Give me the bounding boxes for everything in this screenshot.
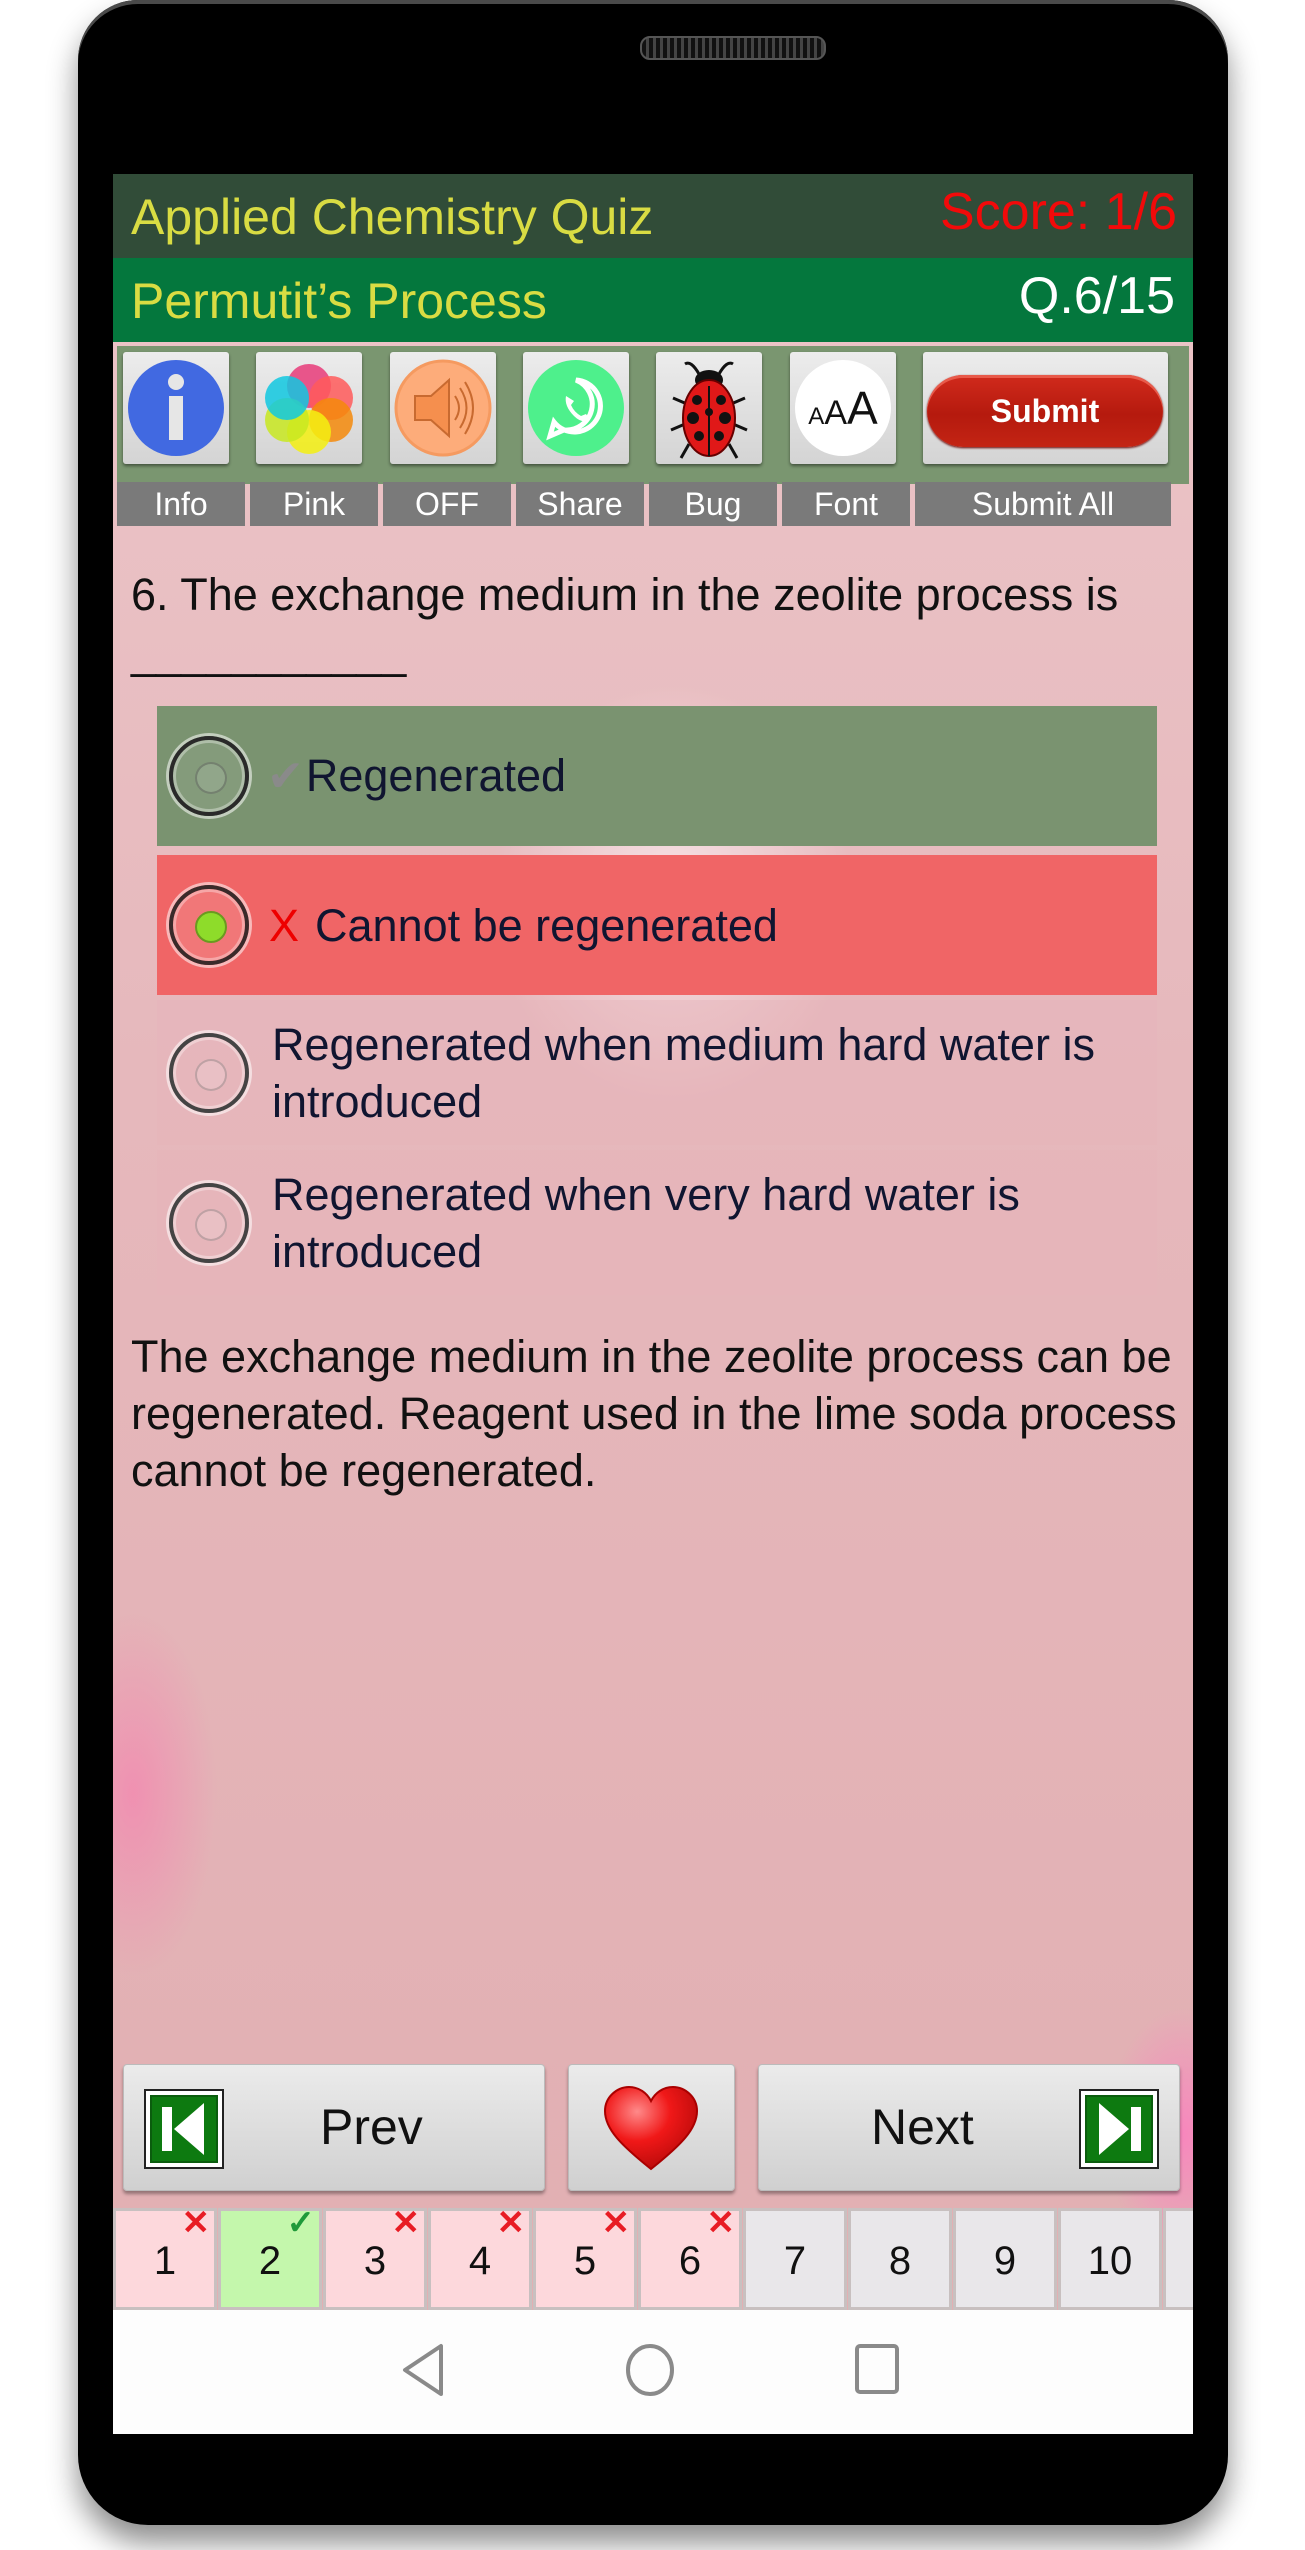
whatsapp-icon — [528, 360, 624, 456]
skip-next-icon — [1079, 2089, 1159, 2169]
font-label[interactable]: Font — [782, 482, 910, 526]
question-text: 6. The exchange medium in the zeolite pr… — [131, 569, 1119, 678]
title-bar: Applied Chemistry Quiz Score: 1/6 — [113, 174, 1193, 258]
info-button[interactable] — [123, 352, 229, 464]
info-label[interactable]: Info — [117, 482, 245, 526]
check-icon: ✔ — [267, 752, 304, 801]
sound-label[interactable]: OFF — [383, 482, 511, 526]
option-text: Regenerated when very hard water is intr… — [272, 1168, 1020, 1277]
question-tile-8[interactable]: 8 — [848, 2208, 952, 2310]
theme-label[interactable]: Pink — [250, 482, 378, 526]
question-tile-7[interactable]: 7 — [743, 2208, 847, 2310]
font-size-button[interactable]: AAA — [790, 352, 896, 464]
question-tile-6[interactable]: 6 ✕ — [638, 2204, 742, 2310]
app-screen: Applied Chemistry Quiz Score: 1/6 Permut… — [113, 174, 1193, 2434]
share-label[interactable]: Share — [516, 482, 644, 526]
wrong-mark-icon: ✕ — [391, 2204, 421, 2242]
radio-button-selected[interactable] — [169, 885, 249, 965]
prev-label: Prev — [320, 2099, 423, 2155]
wrong-mark-icon: ✕ — [181, 2204, 211, 2242]
wrong-mark-icon: ✕ — [601, 2204, 631, 2242]
next-button[interactable]: Next — [758, 2064, 1180, 2191]
question-navigator: 1 ✕ 2 ✓ 3 ✕ 4 ✕ 5 ✕ 6 ✕ 7 8 9 10 — [113, 2204, 1193, 2310]
share-button[interactable] — [523, 352, 629, 464]
wrong-x-icon: X — [269, 899, 300, 951]
bug-report-button[interactable] — [656, 352, 762, 464]
bug-label[interactable]: Bug — [649, 482, 777, 526]
radio-button[interactable] — [169, 736, 249, 816]
submit-button[interactable]: Submit — [927, 375, 1163, 447]
radio-button[interactable] — [169, 1032, 249, 1113]
next-label: Next — [871, 2099, 974, 2155]
ladybug-icon — [670, 361, 748, 459]
option-text: Cannot be regenerated — [315, 899, 778, 951]
topic-title: Permutit’s Process — [131, 273, 547, 329]
question-tile-2[interactable]: 2 ✓ — [218, 2204, 322, 2310]
wrong-mark-icon: ✕ — [706, 2204, 736, 2242]
question-counter: Q.6/15 — [1018, 267, 1175, 325]
home-icon[interactable] — [623, 2342, 677, 2398]
sound-button[interactable] — [390, 352, 496, 464]
question-tile-4[interactable]: 4 ✕ — [428, 2204, 532, 2310]
explanation-text: The exchange medium in the zeolite proce… — [131, 1331, 1177, 1496]
system-navigation-bar — [113, 2310, 1193, 2434]
prev-button[interactable]: Prev — [123, 2064, 545, 2191]
option-text: Regenerated — [305, 750, 567, 801]
option-text: Regenerated when medium hard water is in… — [272, 1018, 1095, 1127]
topic-bar: Permutit’s Process Q.6/15 — [113, 258, 1193, 342]
recent-apps-icon[interactable] — [853, 2342, 901, 2398]
heart-icon — [603, 2085, 699, 2171]
answer-option-2[interactable]: X Cannot be regenerated — [157, 855, 1157, 995]
question-tile-partial[interactable] — [1163, 2208, 1193, 2310]
speaker-icon — [394, 359, 492, 457]
question-tile-1[interactable]: 1 ✕ — [113, 2204, 217, 2310]
toolbar-labels: Info Pink OFF Share Bug Font Submit All — [117, 482, 1189, 526]
answer-option-3[interactable]: Regenerated when medium hard water is in… — [157, 1000, 1157, 1145]
toolbar: AAA Submit — [117, 346, 1189, 484]
submit-all-label[interactable]: Submit All — [915, 482, 1171, 526]
phone-speaker — [640, 36, 826, 60]
answer-option-4[interactable]: Regenerated when very hard water is intr… — [157, 1150, 1157, 1295]
favorite-button[interactable] — [568, 2064, 735, 2191]
app-title: Applied Chemistry Quiz — [131, 189, 654, 245]
theme-button[interactable] — [256, 352, 362, 464]
answer-option-1[interactable]: ✔Regenerated — [157, 706, 1157, 846]
question-tile-9[interactable]: 9 — [953, 2208, 1057, 2310]
submit-all-button[interactable]: Submit — [923, 352, 1168, 464]
score-display: Score: 1/6 — [939, 183, 1177, 241]
font-size-icon: AAA — [795, 360, 891, 456]
color-theme-icon — [265, 364, 353, 454]
correct-mark-icon: ✓ — [286, 2204, 316, 2242]
question-tile-3[interactable]: 3 ✕ — [323, 2204, 427, 2310]
submit-button-label: Submit — [990, 393, 1100, 429]
question-tile-10[interactable]: 10 — [1058, 2208, 1162, 2310]
question-tile-5[interactable]: 5 ✕ — [533, 2204, 637, 2310]
info-icon — [128, 360, 224, 456]
back-icon[interactable] — [399, 2342, 449, 2398]
wrong-mark-icon: ✕ — [496, 2204, 526, 2242]
skip-previous-icon — [144, 2089, 224, 2169]
radio-button[interactable] — [169, 1182, 249, 1263]
